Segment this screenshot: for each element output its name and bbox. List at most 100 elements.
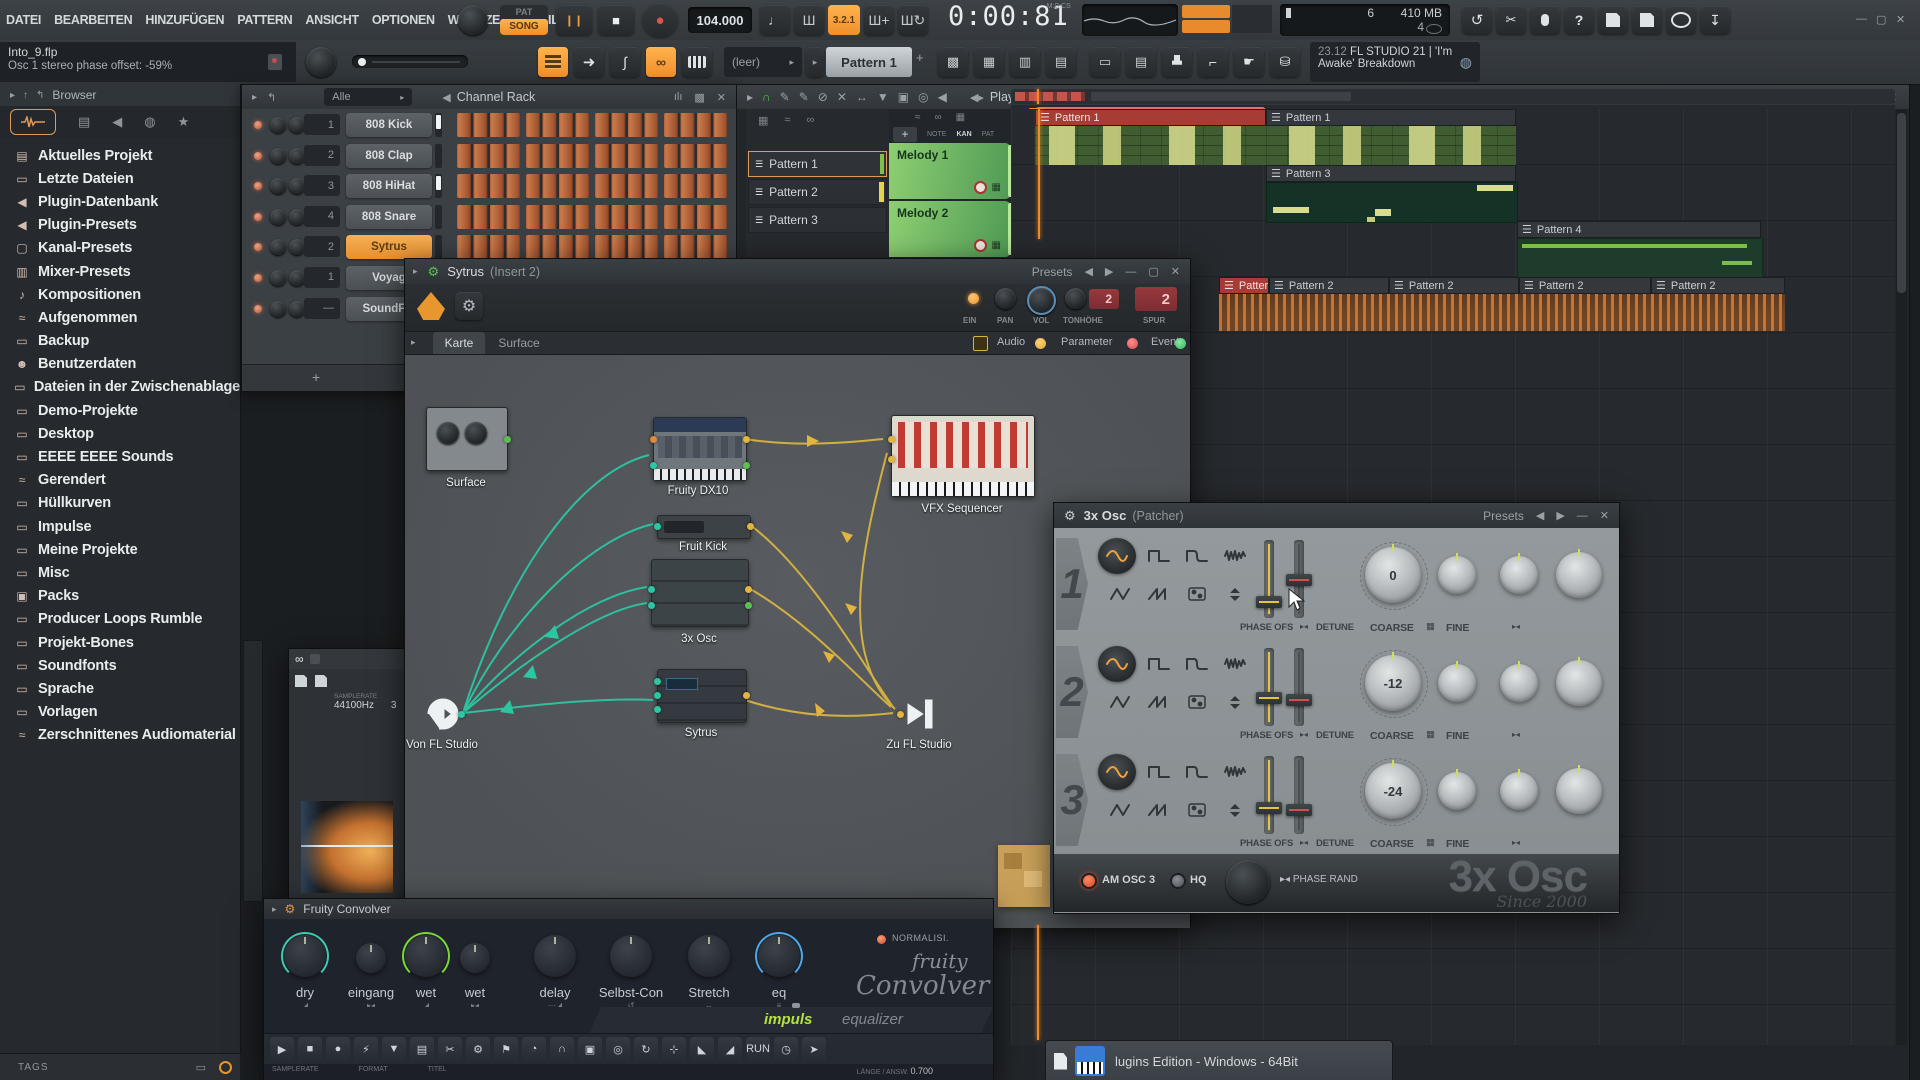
node-fruit-kick[interactable] — [654, 515, 754, 539]
mix-knob-osc[interactable] — [1556, 768, 1602, 814]
convolver-tool-button[interactable]: ↻ — [634, 1037, 658, 1061]
sytrus-out-dot[interactable] — [743, 692, 750, 699]
stereo-detune-button[interactable] — [1218, 578, 1252, 610]
to-fl-in-dot[interactable] — [897, 711, 904, 718]
hq-led[interactable] — [1170, 873, 1186, 889]
menu-item[interactable]: DATEI — [6, 13, 41, 27]
sytrus-in-dot3[interactable] — [654, 706, 661, 713]
browser-history-icon[interactable]: ↰ — [36, 90, 44, 101]
browser-list-item[interactable]: ◀ Plugin-Presets — [0, 214, 240, 237]
wave-noise-button[interactable] — [1218, 540, 1252, 572]
convolver-tool-button[interactable]: ◔ — [522, 1037, 546, 1061]
sytrus-in-dot2[interactable] — [654, 692, 661, 699]
pl-playback-icon[interactable]: ◀ — [938, 90, 947, 104]
node-to-fl[interactable] — [897, 695, 935, 733]
app-maximize-icon[interactable]: ▢ — [1876, 13, 1886, 26]
clip-body[interactable] — [1517, 238, 1763, 279]
convolver-tool-button[interactable]: ▣ — [578, 1037, 602, 1061]
wave-pulse-button[interactable] — [1180, 540, 1214, 572]
menu-item[interactable]: OPTIONEN — [372, 13, 435, 27]
menu-item[interactable]: PATTERN — [237, 13, 292, 27]
phase-slider-handle[interactable] — [1256, 596, 1282, 608]
sytrus-close-icon[interactable]: ✕ — [1171, 265, 1180, 278]
pitch-slider-handle[interactable] — [358, 58, 366, 66]
from-fl-out-dot[interactable] — [458, 711, 465, 718]
stereo-detune-button[interactable] — [1218, 794, 1252, 826]
wave-triangle-button[interactable] — [1104, 794, 1138, 826]
convolver-tool-button[interactable]: ◷ — [774, 1037, 798, 1061]
master-pitch-slider[interactable] — [352, 55, 468, 68]
channel-enable-led[interactable] — [254, 304, 262, 313]
sytrus-presets-label[interactable]: Presets — [1032, 265, 1073, 279]
undo-button[interactable]: ↺ — [1462, 6, 1492, 34]
channel-volume-knob[interactable] — [289, 269, 305, 286]
channel-pan-knob[interactable] — [270, 239, 286, 256]
fl-news-panel[interactable]: 23.12 FL STUDIO 21 | 'I'm Awake' Breakdo… — [1310, 42, 1480, 82]
pl-slice-icon[interactable]: ▼ — [877, 90, 889, 104]
channel-name-button[interactable]: 808 HiHat — [346, 174, 432, 199]
tags-search-icon[interactable] — [219, 1061, 232, 1074]
pl-select-icon[interactable]: ▣ — [898, 90, 909, 104]
background-plugin-titlebar[interactable]: lugins Edition - Windows - 64Bit — [1045, 1040, 1393, 1080]
wave-pulse-button[interactable] — [1180, 756, 1214, 788]
volume-knob[interactable] — [1027, 286, 1056, 315]
minimap-thumb[interactable] — [1091, 92, 1351, 101]
convolver-tool-button[interactable]: ▤ — [410, 1037, 434, 1061]
playlist-window-button[interactable]: ▩ — [938, 47, 968, 77]
picker-piano-icon[interactable]: ▦ — [758, 114, 768, 127]
browser-list-item[interactable]: ▭ Producer Loops Rumble — [0, 608, 240, 631]
edison-loop-icon[interactable]: ∞ — [295, 652, 304, 666]
channel-mixer-track[interactable]: 2 — [304, 144, 340, 166]
convolver-knob[interactable] — [688, 935, 730, 977]
wave-square-button[interactable] — [1142, 756, 1176, 788]
step-sequencer-row[interactable] — [457, 113, 727, 137]
surface-knob2[interactable] — [465, 422, 487, 444]
edison-spectrum-display[interactable] — [301, 801, 393, 893]
vscrollbar-thumb[interactable] — [1897, 113, 1906, 293]
dx10-in-dot1[interactable] — [650, 436, 657, 443]
browser-list-item[interactable]: ▭ Backup — [0, 330, 240, 353]
channel-volume-knob[interactable] — [289, 239, 305, 256]
rack-close-icon[interactable]: ✕ — [717, 91, 726, 104]
convolver-tool-button[interactable]: ➤ — [802, 1037, 826, 1061]
channel-mixer-track[interactable]: — — [304, 297, 340, 319]
channel-pan-knob[interactable] — [270, 208, 286, 225]
wave-custom-button[interactable] — [1180, 578, 1214, 610]
wave-pulse-button[interactable] — [1180, 648, 1214, 680]
rack-filter-dropdown[interactable]: Alle ▸ — [324, 88, 413, 106]
pat-mode-label[interactable]: PAT — [500, 5, 548, 19]
time-display[interactable]: 0:00:81 M:S:CS — [948, 1, 1071, 32]
node-fruity-dx10[interactable] — [650, 417, 750, 481]
rack-menu-icon[interactable]: ▸ — [252, 92, 257, 103]
wave-custom-button[interactable] — [1180, 686, 1214, 718]
pattern-prev-button[interactable]: ▸ — [806, 47, 824, 77]
browser-list-item[interactable]: ▭ Impulse — [0, 515, 240, 538]
rack-graph-icon[interactable]: ılı — [674, 91, 683, 103]
pan-knob[interactable] — [995, 288, 1016, 309]
playlist-clip[interactable]: ☰ Pattern 1 — [1035, 109, 1266, 126]
browser-list-item[interactable]: ◀ Plugin-Datenbank — [0, 190, 240, 213]
browser-list-item[interactable]: ▤ Aktuelles Projekt — [0, 144, 240, 167]
song-mode-label[interactable]: SONG — [500, 19, 548, 35]
channel-volume-knob[interactable] — [289, 147, 305, 164]
app-close-icon[interactable]: ✕ — [1896, 13, 1905, 26]
edison-save2-icon[interactable] — [315, 675, 327, 687]
wave-triangle-button[interactable] — [1104, 686, 1138, 718]
channel-rack-toggle-button[interactable] — [538, 47, 568, 77]
phase-offset-slider[interactable] — [1256, 756, 1282, 834]
playlist-clip[interactable]: ☰ Pattern 4 — [1517, 221, 1761, 238]
browser-list-item[interactable]: ≈ Gerendert — [0, 469, 240, 492]
wave-sine-button[interactable] — [1098, 754, 1136, 790]
channel-mixer-track[interactable]: 2 — [304, 236, 340, 258]
pl-menu-icon[interactable]: ▸ — [747, 90, 753, 104]
browser-tab-favorites[interactable]: ★ — [178, 114, 190, 130]
node-vfx-sequencer[interactable] — [888, 415, 1035, 497]
channel-pan-knob[interactable] — [270, 147, 286, 164]
osc-out-dot2[interactable] — [745, 602, 752, 609]
tempo-display[interactable]: 104.000 — [688, 7, 752, 33]
pl-slip-icon[interactable]: ↔ — [856, 90, 868, 104]
picker-link-icon[interactable]: ∞ — [806, 114, 814, 127]
channel-enable-led[interactable] — [254, 182, 262, 191]
browser-list-item[interactable]: ♪ Kompositionen — [0, 283, 240, 306]
coarse-knob[interactable]: 0 — [1365, 547, 1421, 603]
